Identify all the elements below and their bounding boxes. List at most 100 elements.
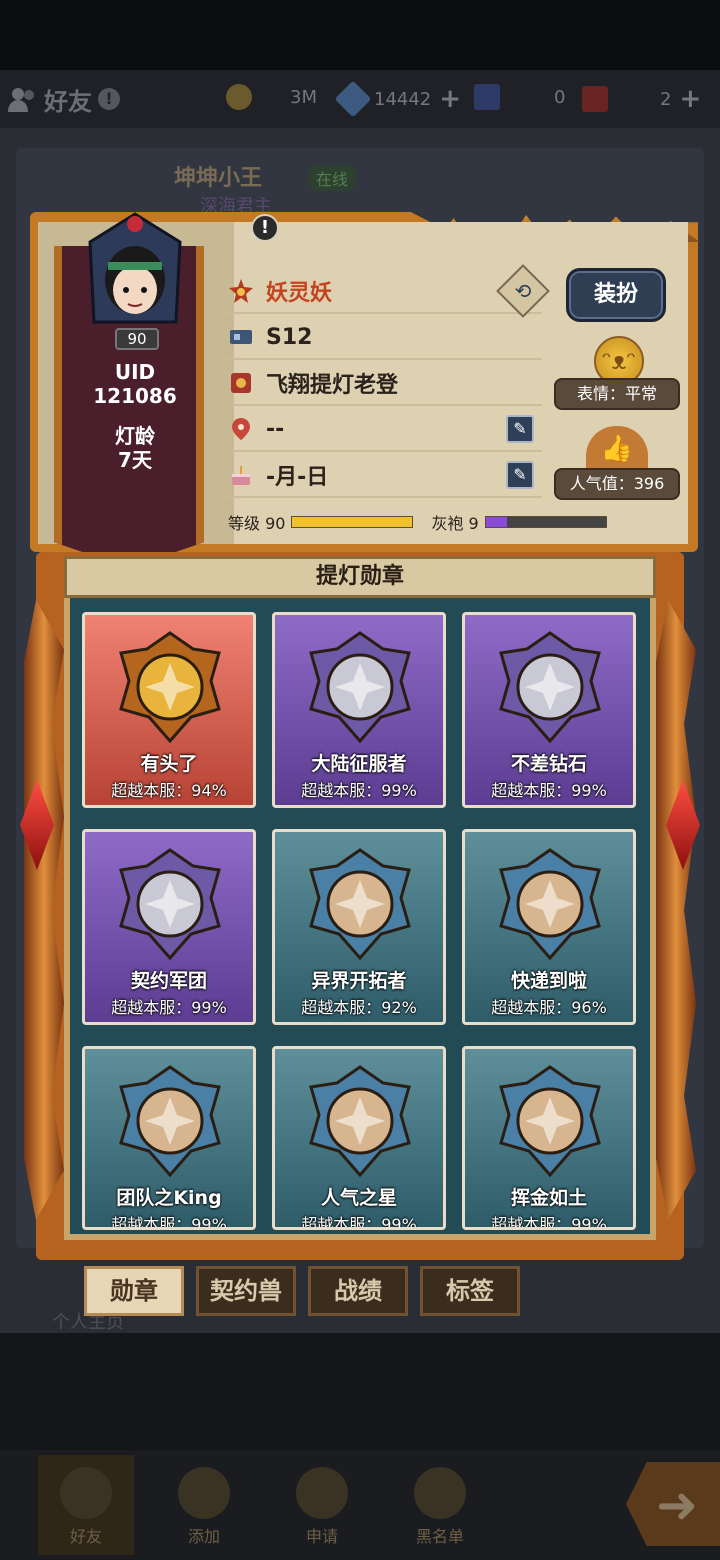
switch-title-button[interactable]: ⟲ (496, 264, 550, 318)
avatar-level-badge: 90 (115, 328, 159, 350)
friends-nav-icon (60, 1467, 112, 1519)
medal-name: 人气之星 (320, 1187, 397, 1209)
add-red-card-button[interactable]: + (679, 84, 701, 114)
location-pin-icon (232, 418, 250, 440)
edit-birthday-button[interactable]: ✎ (506, 461, 534, 489)
blue-card-icon (474, 84, 500, 110)
medal-name: 异界开拓者 (311, 970, 407, 992)
medal-emblem-icon (309, 631, 411, 744)
popularity-label: 人气值：396 (554, 468, 680, 500)
server-value: S12 (266, 324, 313, 350)
uid-label: UID (114, 360, 156, 384)
server-row: S12 (228, 316, 542, 360)
medal-rank-percent: 超越本服：99% (301, 1215, 417, 1230)
friends-icon (8, 88, 34, 112)
status-bar-area (0, 0, 720, 70)
nav-add[interactable]: 添加 (156, 1455, 252, 1555)
help-icon[interactable]: ! (98, 88, 120, 110)
tab-contract-beasts[interactable]: 契约兽 (196, 1266, 296, 1316)
medal-panel-title: 提灯勋章 (64, 556, 656, 598)
profile-tabs: 勋章 契约兽 战绩 标签 (84, 1266, 532, 1316)
dress-up-button[interactable]: 装扮 (566, 268, 666, 322)
medal-card[interactable]: 挥金如土超越本服：99% (462, 1046, 636, 1230)
progress-bars: 等级 90 灰袍 9 (228, 510, 607, 534)
resource-blue-card: 0 (474, 84, 565, 110)
top-bar: 好友 ! 3M 14442 + 0 2 + (0, 70, 720, 128)
birthday-row: -月-日 ✎ (228, 454, 542, 498)
resource-crystal: 14442 + (334, 80, 461, 118)
guild-flag-icon (231, 373, 251, 393)
tab-battle-record[interactable]: 战绩 (308, 1266, 408, 1316)
medal-name: 团队之King (116, 1187, 222, 1209)
age-value: 7天 (118, 448, 152, 472)
medal-name: 不差钻石 (510, 753, 587, 775)
expression-widget[interactable]: ᵔᴥᵔ 表情：平常 (554, 336, 680, 412)
friend-name: 坤坤小王 (174, 166, 263, 191)
swap-icon: ⟲ (514, 279, 532, 303)
gold-value: 3M (290, 86, 317, 108)
server-icon (230, 330, 252, 344)
medal-card[interactable]: 不差钻石超越本服：99% (462, 612, 636, 808)
medal-rank-percent: 超越本服：96% (491, 998, 607, 1017)
name-row: 妖灵妖 ⟲ (228, 264, 550, 318)
nav-blacklist-label: 黑名单 (415, 1527, 464, 1546)
medal-emblem-icon (499, 1065, 601, 1178)
age-label: 灯龄 (115, 424, 155, 448)
medal-card[interactable]: 异界开拓者超越本服：92% (272, 829, 446, 1025)
medal-card[interactable]: 有头了 超越本服：94% (82, 612, 256, 808)
avatar[interactable] (80, 212, 190, 332)
arrow-icon: ➜ (656, 1476, 698, 1534)
edit-location-button[interactable]: ✎ (506, 415, 534, 443)
robe-text: 灰袍 9 (431, 514, 479, 533)
birthday-value: -月-日 (266, 465, 329, 490)
page-title-text: 好友 (44, 87, 92, 116)
player-name: 妖灵妖 (266, 281, 333, 306)
add-crystal-button[interactable]: + (439, 84, 461, 114)
medal-emblem-icon (119, 1065, 221, 1178)
medal-name: 快递到啦 (510, 970, 587, 992)
robe-progress-fill (485, 517, 508, 527)
tab-tags[interactable]: 标签 (420, 1266, 520, 1316)
gold-coin-icon (226, 84, 252, 110)
cake-icon (232, 466, 250, 485)
age-block: 灯龄 7天 (78, 424, 192, 472)
medal-rank-percent: 超越本服：99% (491, 781, 607, 800)
medal-name: 挥金如土 (510, 1187, 587, 1209)
medal-emblem-icon (309, 848, 411, 961)
medal-card[interactable]: 契约军团 超越本服：99% (82, 829, 256, 1025)
handshake-icon (296, 1467, 348, 1519)
medal-card[interactable]: 团队之King 超越本服：99% (82, 1046, 256, 1230)
report-icon[interactable]: ! (251, 214, 279, 242)
location-row: -- ✎ (228, 408, 542, 452)
medal-rank-percent: 超越本服：99% (111, 998, 227, 1017)
medal-rank-percent: 超越本服：92% (301, 998, 417, 1017)
nav-friends[interactable]: 好友 (38, 1455, 134, 1555)
star-badge-icon (229, 279, 253, 303)
crystal-value: 14442 (374, 88, 432, 110)
red-card-icon (582, 86, 608, 112)
medal-card[interactable]: 大陆征服者 超越本服：99% (272, 612, 446, 808)
popularity-widget[interactable]: 👍 人气值：396 (554, 426, 680, 502)
page-title: 好友 ! (8, 82, 120, 117)
add-friend-icon (178, 1467, 230, 1519)
nav-add-label: 添加 (187, 1527, 220, 1546)
nav-requests[interactable]: 申请 (274, 1455, 370, 1555)
nav-blacklist[interactable]: 黑名单 (392, 1455, 488, 1555)
medal-emblem-icon (119, 631, 221, 744)
robe-progress-bar (484, 516, 607, 528)
tab-medals[interactable]: 勋章 (84, 1266, 184, 1316)
nav-friends-label: 好友 (69, 1527, 102, 1546)
medal-emblem-icon (499, 631, 601, 744)
crystal-icon (334, 80, 372, 118)
medal-card[interactable]: 人气之星超越本服：99% (272, 1046, 446, 1230)
level-progress-bar (291, 516, 414, 528)
medal-card[interactable]: 快递到啦超越本服：96% (462, 829, 636, 1025)
uid-value: 121086 (93, 384, 177, 408)
resource-red-card: 2 + (582, 84, 701, 114)
medal-rank-percent: 超越本服：99% (491, 1215, 607, 1230)
medal-rank-percent: 超越本服：99% (301, 781, 417, 800)
guild-name: 飞翔提灯老登 (266, 373, 399, 398)
uid-block: UID 121086 (78, 360, 192, 408)
nav-requests-label: 申请 (305, 1527, 338, 1546)
medal-emblem-icon (499, 848, 601, 961)
